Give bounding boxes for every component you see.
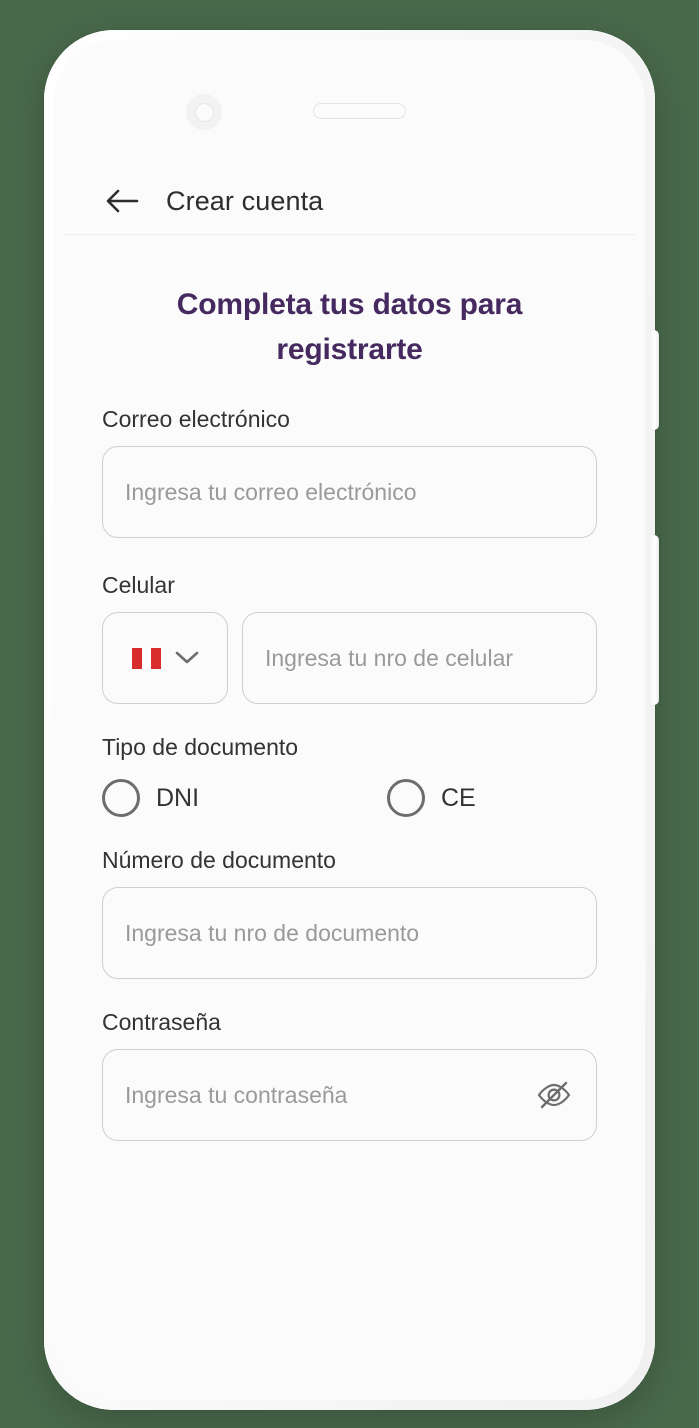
- volume-button[interactable]: [650, 330, 659, 430]
- document-type-label: Tipo de documento: [102, 734, 299, 760]
- email-placeholder: Ingresa tu correo electrónico: [125, 478, 417, 505]
- radio-option-ce[interactable]: CE: [387, 779, 476, 817]
- chevron-down-icon: [175, 651, 198, 664]
- phone-number-input[interactable]: Ingresa tu nro de celular: [242, 612, 597, 704]
- front-camera-icon: [186, 94, 222, 130]
- eye-off-icon: [537, 1081, 571, 1109]
- email-label: Correo electrónico: [102, 406, 290, 432]
- field-password: Contraseña Ingresa tu contraseña: [102, 1009, 597, 1141]
- power-button[interactable]: [650, 535, 659, 705]
- document-type-radio-group: DNI CE: [102, 779, 597, 817]
- phone-placeholder: Ingresa tu nro de celular: [265, 644, 514, 671]
- document-number-placeholder: Ingresa tu nro de documento: [125, 919, 420, 946]
- device-notch-row: [54, 92, 645, 132]
- header-divider: [64, 234, 635, 235]
- radio-label-dni: DNI: [156, 783, 200, 812]
- radio-label-ce: CE: [441, 783, 476, 812]
- earpiece-speaker: [313, 103, 406, 119]
- toggle-password-visibility-button[interactable]: [534, 1075, 574, 1115]
- radio-option-dni[interactable]: DNI: [102, 779, 387, 817]
- document-number-label: Número de documento: [102, 847, 336, 873]
- country-code-selector[interactable]: [102, 612, 228, 704]
- document-number-input[interactable]: Ingresa tu nro de documento: [102, 887, 597, 979]
- phone-screen: Crear cuenta Completa tus datos para reg…: [54, 40, 645, 1400]
- password-label: Contraseña: [102, 1009, 221, 1035]
- password-placeholder: Ingresa tu contraseña: [125, 1081, 348, 1108]
- field-phone: Celular Ingresa tu nro de celular: [102, 572, 597, 704]
- app-header: Crear cuenta: [54, 168, 645, 234]
- arrow-left-icon: [106, 189, 139, 213]
- field-document-number: Número de documento Ingresa tu nro de do…: [102, 847, 597, 979]
- password-input[interactable]: Ingresa tu contraseña: [102, 1049, 597, 1141]
- field-email: Correo electrónico Ingresa tu correo ele…: [102, 406, 597, 538]
- phone-label: Celular: [102, 572, 175, 598]
- form-heading: Completa tus datos para registrarte: [176, 288, 523, 366]
- field-document-type: Tipo de documento DNI CE: [102, 734, 597, 817]
- back-button[interactable]: [100, 179, 144, 223]
- peru-flag-icon: [131, 647, 162, 669]
- phone-row: Ingresa tu nro de celular: [102, 612, 597, 704]
- radio-circle-icon: [387, 779, 425, 817]
- email-input[interactable]: Ingresa tu correo electrónico: [102, 446, 597, 538]
- phone-device-frame: Crear cuenta Completa tus datos para reg…: [44, 30, 659, 1410]
- registration-form: Completa tus datos para registrarte Corr…: [54, 250, 645, 1141]
- page-title: Crear cuenta: [166, 185, 324, 216]
- radio-circle-icon: [102, 779, 140, 817]
